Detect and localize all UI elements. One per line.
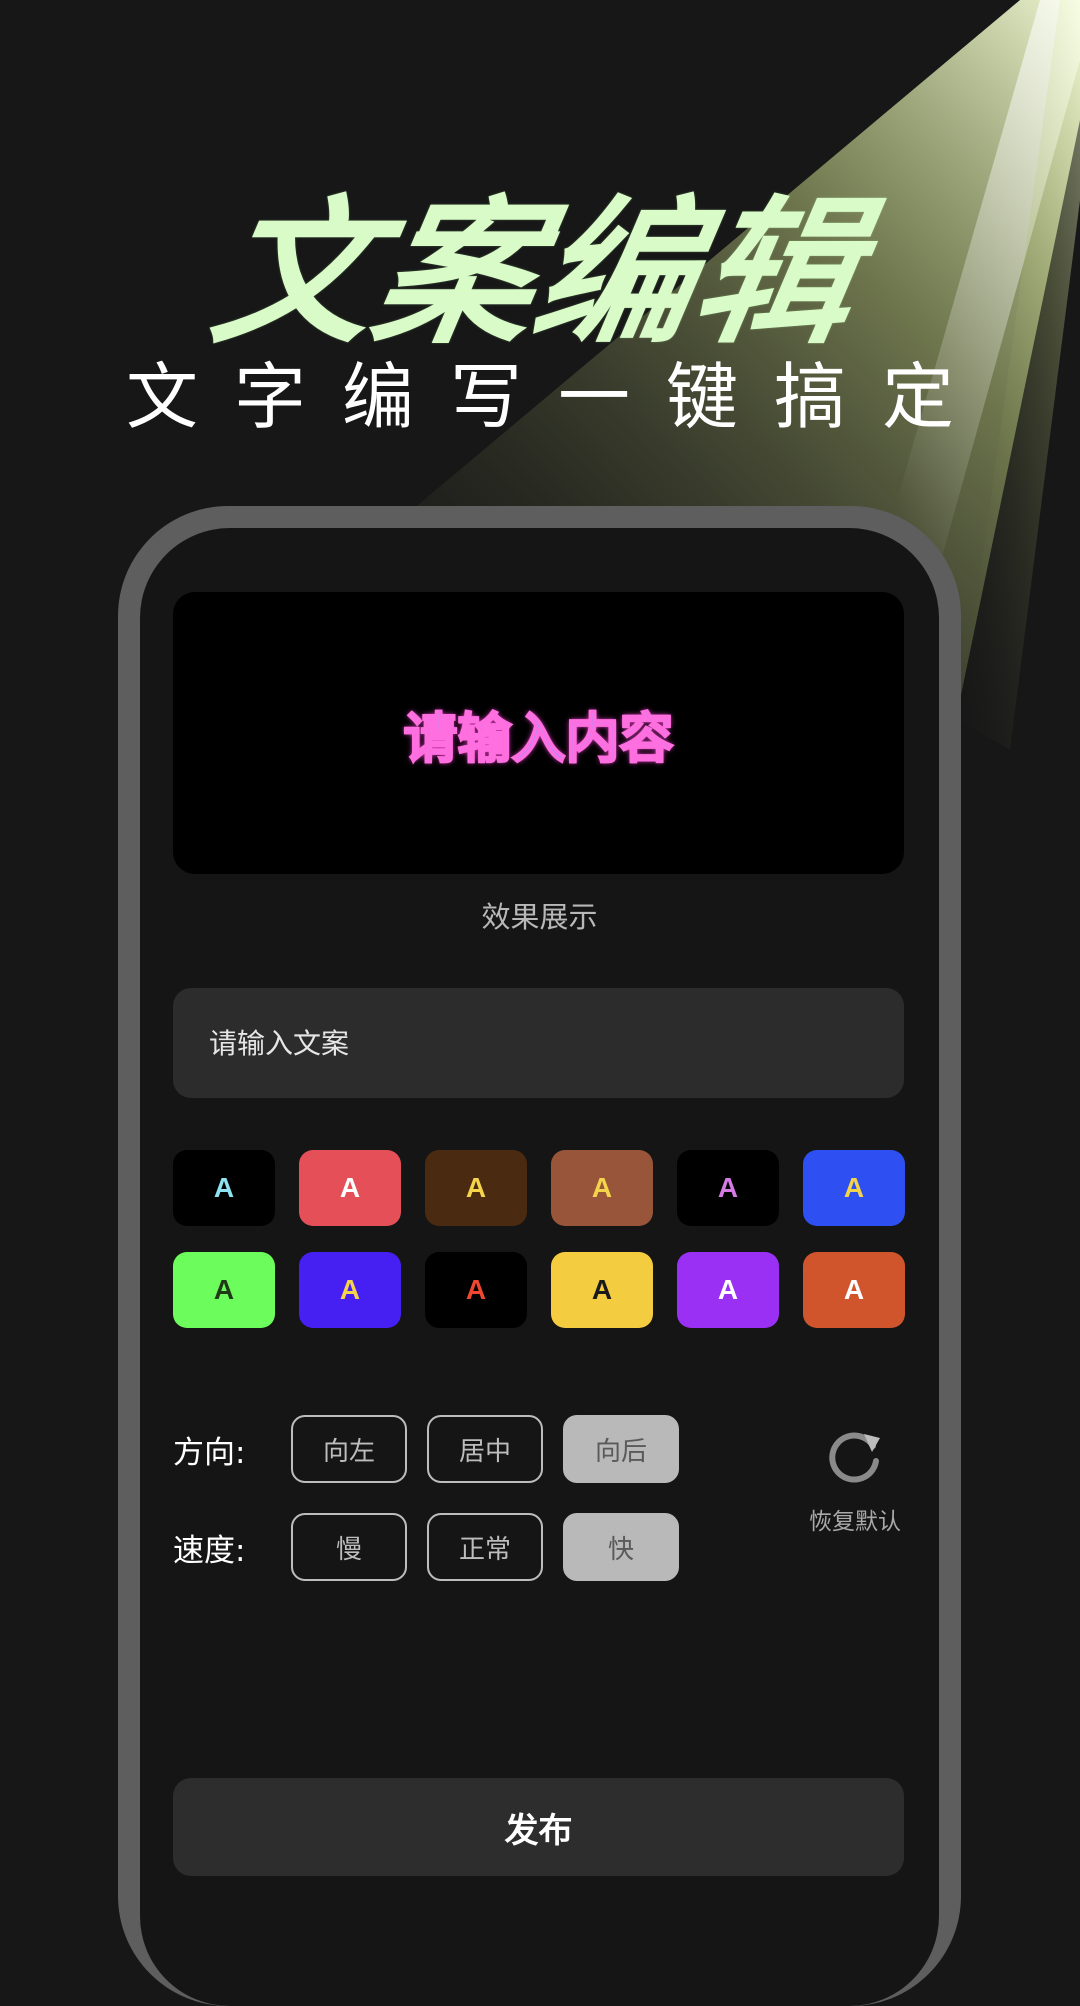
speed-row: 速度: 慢 正常 快: [173, 1513, 699, 1581]
style-swatch[interactable]: A: [425, 1252, 527, 1328]
style-swatch[interactable]: A: [299, 1150, 401, 1226]
phone-screen: 请输入内容 效果展示 A A A A A A A A A A A A 方向: 向左 居中 向后 速度:…: [140, 528, 939, 2006]
swatch-letter: A: [339, 1274, 361, 1305]
refresh-icon: [829, 1432, 880, 1483]
swatch-letter: A: [843, 1172, 865, 1203]
reset-label: 恢复默认: [809, 1509, 901, 1535]
direction-row: 方向: 向左 居中 向后: [173, 1415, 699, 1483]
swatch-letter: A: [843, 1274, 865, 1305]
swatch-letter: A: [213, 1172, 235, 1203]
style-swatch[interactable]: A: [803, 1252, 905, 1328]
style-swatch[interactable]: A: [551, 1252, 653, 1328]
preview-sample-text: 请输入内容: [403, 706, 675, 771]
speed-option-slow[interactable]: 慢: [291, 1513, 407, 1581]
speed-label: 速度:: [173, 1532, 246, 1569]
speed-option-normal[interactable]: 正常: [427, 1513, 543, 1581]
direction-option-left[interactable]: 向左: [291, 1415, 407, 1483]
reset-default-button[interactable]: 恢复默认: [795, 1428, 915, 1536]
hero-subtitle: 文字编写一键搞定: [125, 355, 990, 439]
preview-caption: 效果展示: [481, 900, 598, 934]
style-swatch[interactable]: A: [299, 1252, 401, 1328]
swatch-letter: A: [339, 1172, 361, 1203]
swatch-letter: A: [465, 1274, 487, 1305]
style-swatch[interactable]: A: [425, 1150, 527, 1226]
swatch-letter: A: [717, 1274, 739, 1305]
swatch-letter: A: [717, 1172, 739, 1203]
style-swatch[interactable]: A: [677, 1252, 779, 1328]
style-swatch[interactable]: A: [173, 1150, 275, 1226]
swatch-letter: A: [591, 1274, 613, 1305]
text-style-swatches: A A A A A A A A A A A A: [173, 1150, 905, 1328]
direction-label: 方向:: [173, 1434, 246, 1471]
speed-option-fast[interactable]: 快: [563, 1513, 679, 1581]
copy-text-input[interactable]: [173, 988, 904, 1098]
style-swatch[interactable]: A: [551, 1150, 653, 1226]
style-swatch[interactable]: A: [803, 1150, 905, 1226]
swatch-letter: A: [591, 1172, 613, 1203]
style-swatch[interactable]: A: [677, 1150, 779, 1226]
publish-button[interactable]: 发布: [173, 1778, 904, 1876]
phone-frame: 请输入内容 效果展示 A A A A A A A A A A A A 方向: 向左 居中 向后 速度:…: [118, 506, 961, 2006]
direction-option-back[interactable]: 向后: [563, 1415, 679, 1483]
swatch-letter: A: [213, 1274, 235, 1305]
effect-preview: 请输入内容: [173, 592, 904, 874]
direction-option-center[interactable]: 居中: [427, 1415, 543, 1483]
swatch-letter: A: [465, 1172, 487, 1203]
style-swatch[interactable]: A: [173, 1252, 275, 1328]
